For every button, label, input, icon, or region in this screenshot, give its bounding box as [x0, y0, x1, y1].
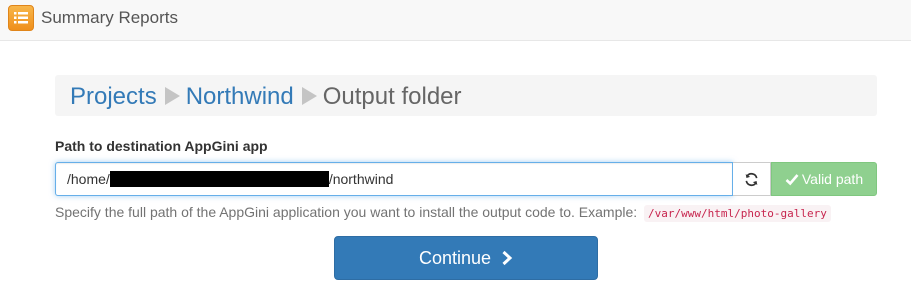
- example-path: /var/www/html/photo-gallery: [644, 205, 831, 222]
- app-title: Summary Reports: [41, 8, 178, 27]
- chevron-right-icon: [502, 250, 513, 266]
- continue-button[interactable]: Continue: [334, 236, 598, 280]
- refresh-icon: [745, 172, 758, 187]
- valid-path-status: Valid path: [771, 162, 877, 196]
- list-icon: [8, 5, 34, 31]
- breadcrumb: Projects Northwind Output folder: [55, 75, 877, 116]
- help-text: Specify the full path of the AppGini app…: [55, 203, 831, 223]
- path-suffix: /northwind: [328, 171, 394, 187]
- destination-path-input[interactable]: /home/ /northwind: [55, 162, 733, 196]
- breadcrumb-current: Output folder: [322, 83, 462, 110]
- breadcrumb-link-projects[interactable]: Projects: [70, 83, 157, 110]
- redacted-block: [109, 171, 329, 187]
- refresh-button[interactable]: [733, 162, 771, 196]
- triangle-right-icon: [164, 87, 180, 105]
- valid-path-label: Valid path: [801, 171, 864, 187]
- triangle-right-icon: [301, 87, 317, 105]
- continue-label: Continue: [418, 248, 492, 268]
- breadcrumb-link-northwind[interactable]: Northwind: [186, 83, 294, 110]
- help-text-body: Specify the full path of the AppGini app…: [55, 204, 638, 220]
- top-bar: Summary Reports: [0, 0, 911, 41]
- checkmark-icon: [785, 174, 799, 186]
- path-field-label: Path to destination AppGini app: [55, 138, 268, 154]
- path-prefix: /home/: [67, 171, 110, 187]
